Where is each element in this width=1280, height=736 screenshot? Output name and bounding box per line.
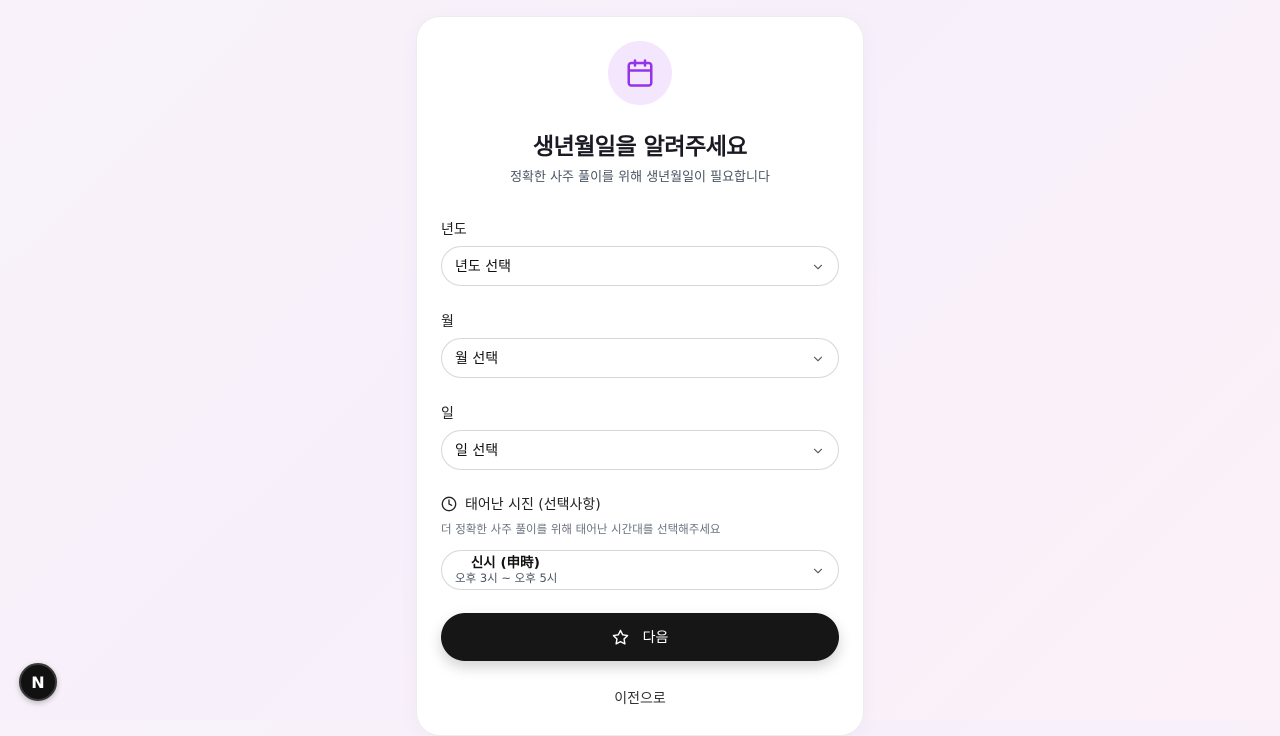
birthdate-card: 생년월일을 알려주세요 정확한 사주 풀이를 위해 생년월일이 필요합니다 년도…: [416, 16, 864, 736]
year-select[interactable]: 년도 선택: [441, 246, 839, 286]
chevron-down-icon: [813, 448, 823, 454]
birth-time-name: 신시 (申時): [471, 554, 540, 571]
calendar-icon: [627, 59, 653, 87]
day-select-value: 일 선택: [455, 443, 499, 459]
year-label: 년도: [441, 222, 467, 238]
page-title: 생년월일을 알려주세요: [532, 134, 748, 160]
day-select[interactable]: 일 선택: [441, 430, 839, 470]
next-button[interactable]: 다음: [441, 613, 839, 661]
month-select[interactable]: 월 선택: [441, 338, 839, 378]
star-icon: [612, 629, 628, 645]
birth-time-label-text: 태어난 시진 (선택사항): [465, 497, 601, 513]
page-subtitle: 정확한 사주 풀이를 위해 생년월일이 필요합니다: [510, 170, 770, 185]
clock-icon: [441, 496, 457, 512]
nextjs-logo-letter: N: [31, 672, 45, 692]
birth-time-range: 오후 3시 ~ 오후 5시: [455, 570, 558, 585]
nextjs-logo-icon[interactable]: N: [19, 663, 57, 701]
birth-time-help: 더 정확한 사주 풀이를 위해 태어난 시간대를 선택해주세요: [441, 522, 721, 536]
previous-link[interactable]: 이전으로: [417, 688, 863, 708]
month-label: 월: [441, 314, 454, 330]
next-button-label: 다음: [642, 629, 669, 645]
birth-time-select[interactable]: 신시 (申時) 오후 3시 ~ 오후 5시: [441, 550, 839, 590]
year-select-value: 년도 선택: [455, 259, 511, 275]
birth-time-label: 태어난 시진 (선택사항): [441, 494, 601, 514]
chevron-down-icon: [813, 264, 823, 270]
calendar-icon-badge: [608, 41, 672, 105]
day-label: 일: [441, 406, 454, 422]
chevron-down-icon: [813, 568, 823, 574]
month-select-value: 월 선택: [455, 351, 499, 367]
chevron-down-icon: [813, 356, 823, 362]
